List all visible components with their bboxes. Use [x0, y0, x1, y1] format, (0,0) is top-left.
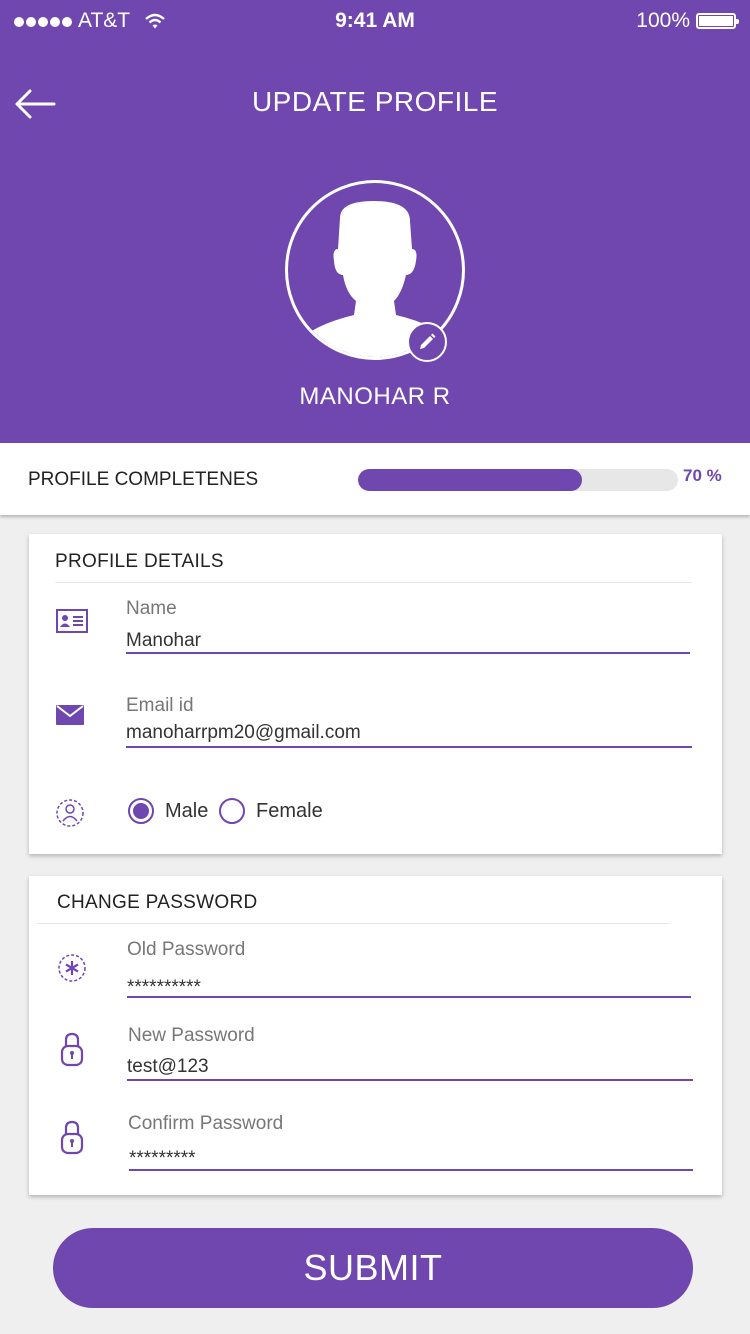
female-label: Female: [256, 800, 323, 822]
lock-icon: [60, 1120, 84, 1155]
status-bar-right: 100%: [636, 8, 739, 34]
card-title-change-password: CHANGE PASSWORD: [57, 892, 258, 913]
new-password-field[interactable]: test@123: [127, 1056, 693, 1078]
completeness-label: PROFILE COMPLETENES: [28, 469, 259, 490]
change-password-card: CHANGE PASSWORD Old Password ********** …: [29, 876, 722, 1195]
name-label: Name: [126, 598, 177, 619]
confirm-password-label: Confirm Password: [128, 1113, 284, 1134]
profile-details-card: PROFILE DETAILS Name Manohar Email id ma…: [29, 534, 722, 854]
pencil-icon: [420, 333, 436, 349]
profile-header: AT&T 9:41 AM 100% UPDATE PROFILE MANOHAR…: [0, 0, 750, 443]
progress-fill: [358, 469, 582, 491]
divider: [37, 923, 669, 924]
lock-icon: [60, 1032, 84, 1067]
email-field-underline: [126, 746, 692, 748]
name-field[interactable]: Manohar: [126, 630, 690, 652]
radio-male[interactable]: [128, 798, 154, 824]
email-field[interactable]: manoharrpm20@gmail.com: [126, 722, 692, 744]
email-label: Email id: [126, 695, 194, 716]
male-label: Male: [165, 800, 209, 822]
confirm-password-underline: [129, 1169, 693, 1171]
radio-male-selected-dot: [133, 803, 149, 819]
gender-person-icon: [56, 799, 84, 827]
user-name: MANOHAR R: [299, 383, 451, 410]
envelope-icon: [56, 705, 84, 725]
id-card-icon: [56, 609, 88, 633]
new-password-underline: [127, 1079, 693, 1081]
new-password-label: New Password: [128, 1025, 255, 1046]
battery-icon: [696, 13, 739, 29]
old-password-label: Old Password: [127, 939, 246, 960]
battery-percent: 100%: [636, 9, 690, 32]
name-field-underline: [126, 652, 690, 654]
old-password-underline: [127, 996, 691, 998]
edit-avatar-button[interactable]: [407, 322, 447, 362]
asterisk-icon: [58, 954, 86, 982]
radio-female[interactable]: [219, 798, 245, 824]
page-title: UPDATE PROFILE: [251, 86, 499, 117]
profile-completeness-bar: PROFILE COMPLETENES 70 %: [0, 443, 750, 515]
card-title-profile-details: PROFILE DETAILS: [55, 551, 224, 572]
progress-track: [358, 469, 678, 491]
completeness-percent: 70 %: [683, 466, 722, 485]
divider: [55, 582, 692, 583]
submit-button[interactable]: SUBMIT: [53, 1228, 693, 1308]
confirm-password-field[interactable]: *********: [129, 1148, 693, 1170]
